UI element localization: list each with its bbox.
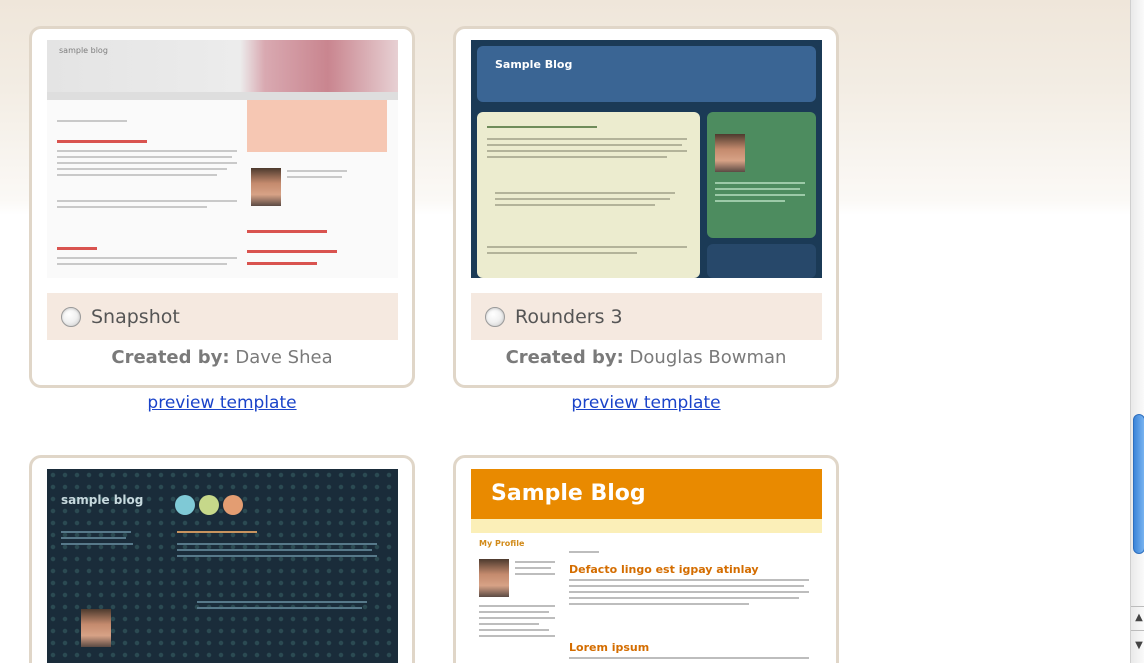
thumb-post-title: Defacto lingo est igpay atinlay bbox=[569, 563, 759, 576]
thumb-link bbox=[247, 230, 327, 233]
thumb-header-title: sample blog bbox=[59, 46, 108, 55]
thumb-bar bbox=[47, 92, 398, 100]
template-card-dots: sample blog bbox=[29, 455, 415, 663]
template-option-rounders-3[interactable]: Rounders 3 bbox=[471, 293, 822, 340]
thumb-profile-heading: My Profile bbox=[479, 539, 525, 548]
thumb-line bbox=[57, 156, 232, 158]
template-card-rounders-3: Sample Blog Rounders 3 Created by: Dougl… bbox=[453, 26, 839, 388]
thumb-link bbox=[247, 250, 337, 253]
radio-icon[interactable] bbox=[485, 306, 505, 327]
thumb-header-title: sample blog bbox=[61, 493, 144, 507]
thumb-recent-posts bbox=[707, 244, 816, 278]
avatar bbox=[81, 609, 111, 647]
thumb-post-title bbox=[57, 140, 147, 143]
thumb-link bbox=[247, 262, 317, 265]
avatar bbox=[479, 559, 509, 597]
thumb-post-title: Lorem ipsum bbox=[569, 641, 650, 654]
template-option-snapshot[interactable]: Snapshot bbox=[47, 293, 398, 340]
thumb-dot bbox=[199, 495, 219, 515]
thumb-line bbox=[57, 120, 127, 122]
preview-template-link-rounders-3[interactable]: preview template bbox=[453, 393, 839, 413]
author-name: Dave Shea bbox=[235, 347, 333, 368]
thumb-header-title: Sample Blog bbox=[495, 58, 573, 71]
template-card-orange: Sample Blog My Profile Defacto lingo est… bbox=[453, 455, 839, 663]
thumb-dot bbox=[223, 495, 243, 515]
preview-template-link-snapshot[interactable]: preview template bbox=[29, 393, 415, 413]
thumb-line bbox=[57, 200, 237, 202]
scroll-up-arrow-icon[interactable]: ▲ bbox=[1133, 612, 1144, 624]
thumb-description-box bbox=[247, 100, 387, 152]
thumb-line bbox=[57, 263, 227, 265]
template-thumbnail-rounders-3[interactable]: Sample Blog bbox=[471, 40, 822, 278]
template-thumbnail-orange[interactable]: Sample Blog My Profile Defacto lingo est… bbox=[471, 469, 822, 663]
template-card-snapshot: sample blog Snapshot Created by: Dave Sh… bbox=[29, 26, 415, 388]
thumb-header: Sample Blog bbox=[471, 469, 822, 519]
thumb-main-panel bbox=[477, 112, 700, 278]
thumb-header-title: Sample Blog bbox=[491, 481, 646, 506]
template-name: Rounders 3 bbox=[515, 305, 623, 328]
created-by-label: Created by: bbox=[505, 347, 624, 368]
thumb-line bbox=[57, 162, 237, 164]
author-name: Douglas Bowman bbox=[629, 347, 787, 368]
thumb-line bbox=[57, 150, 237, 152]
scroll-down-arrow-icon[interactable]: ▼ bbox=[1133, 640, 1144, 652]
radio-icon[interactable] bbox=[61, 306, 81, 327]
template-thumbnail-dots[interactable]: sample blog bbox=[47, 469, 398, 663]
thumb-line bbox=[57, 174, 217, 176]
thumb-line bbox=[57, 168, 227, 170]
thumb-line bbox=[287, 176, 342, 178]
template-author: Created by: Dave Shea bbox=[32, 347, 412, 368]
avatar bbox=[251, 168, 281, 206]
thumb-dot bbox=[175, 495, 195, 515]
template-thumbnail-snapshot[interactable]: sample blog bbox=[47, 40, 398, 278]
thumb-subheader bbox=[471, 519, 822, 533]
thumb-line bbox=[57, 206, 207, 208]
scrollbar-thumb[interactable] bbox=[1133, 414, 1144, 554]
thumb-post-title bbox=[57, 247, 97, 250]
created-by-label: Created by: bbox=[111, 347, 230, 368]
template-name: Snapshot bbox=[91, 305, 180, 328]
thumb-line bbox=[287, 170, 347, 172]
vertical-scrollbar[interactable]: ▲ ▼ bbox=[1130, 0, 1144, 663]
thumb-header: Sample Blog bbox=[477, 46, 816, 102]
thumb-profile-panel bbox=[707, 112, 816, 238]
template-author: Created by: Douglas Bowman bbox=[456, 347, 836, 368]
thumb-line bbox=[57, 257, 237, 259]
